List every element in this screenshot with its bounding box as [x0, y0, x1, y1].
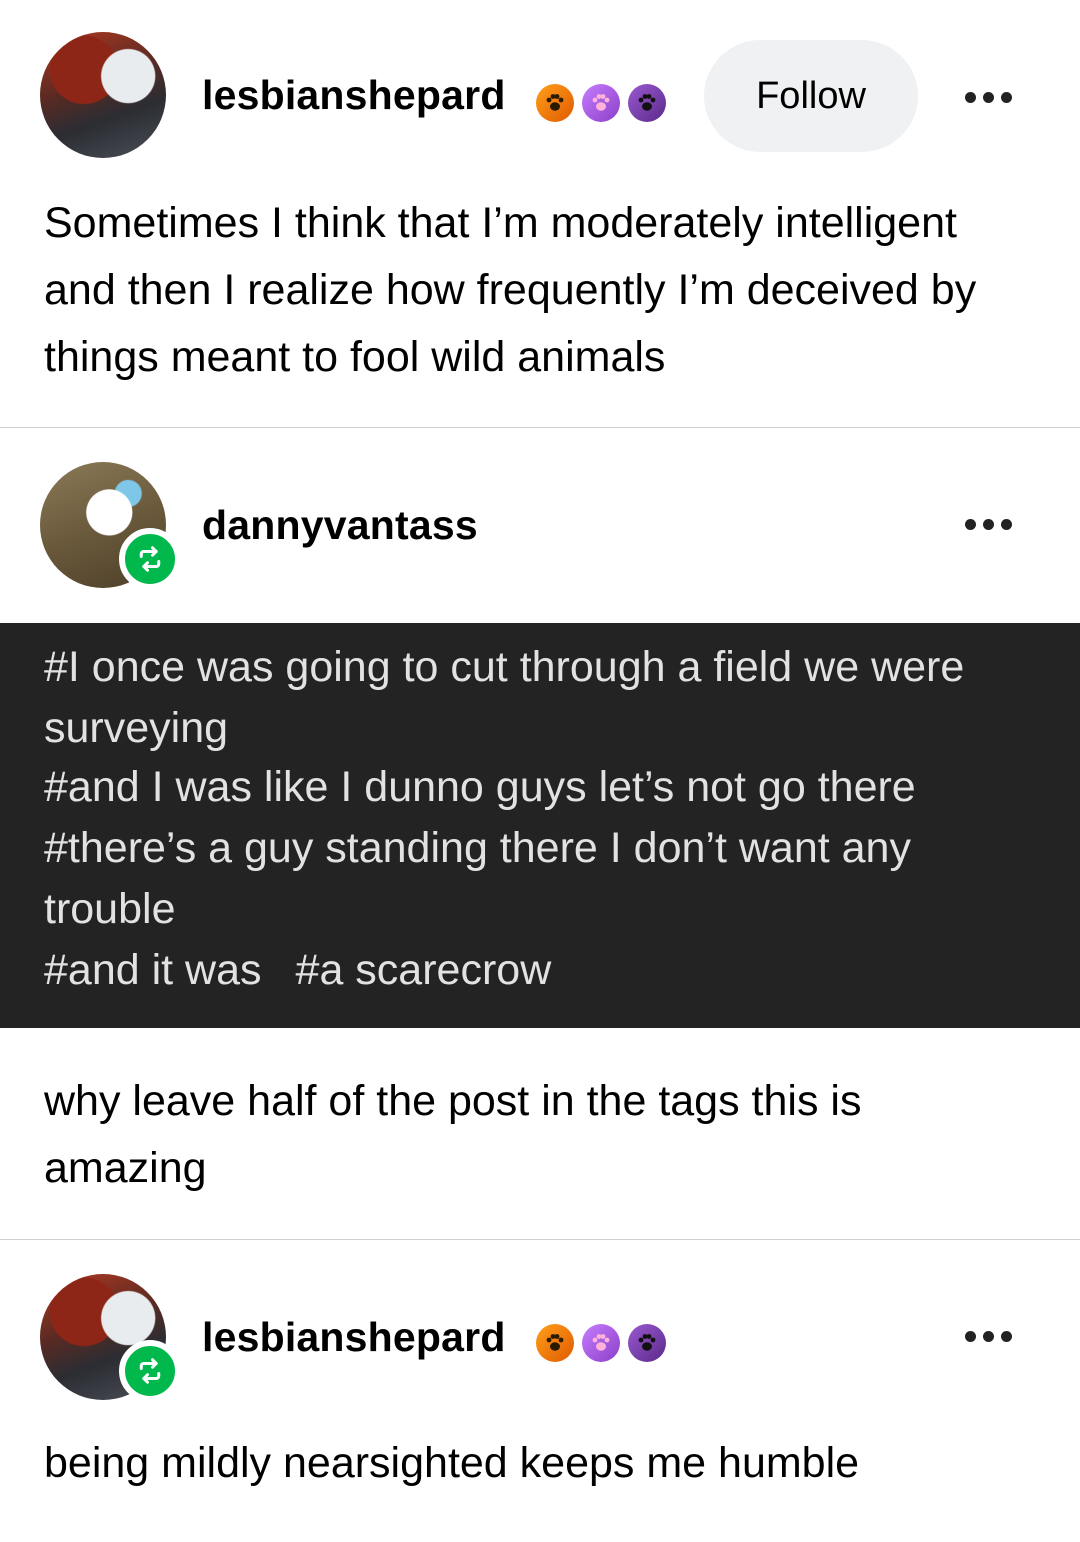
paw-badge-icon[interactable] — [628, 84, 666, 122]
tag-row: #and it was #a scarecrow — [44, 940, 1036, 1001]
paw-badge-icon[interactable] — [628, 1324, 666, 1362]
username[interactable]: lesbianshepard — [202, 72, 506, 119]
post-text: why leave half of the post in the tags t… — [44, 1077, 862, 1192]
paw-badge-icon[interactable] — [582, 84, 620, 122]
tag[interactable]: #and I was like I dunno guys let’s not g… — [44, 757, 1036, 818]
tag[interactable]: #and it was — [44, 940, 262, 1001]
paw-badge-icon[interactable] — [582, 1324, 620, 1362]
tag[interactable]: #there’s a guy standing there I don’t wa… — [44, 818, 1036, 940]
more-options-icon[interactable] — [958, 509, 1018, 539]
username[interactable]: dannyvantass — [202, 502, 478, 549]
reblog-icon — [119, 1340, 181, 1402]
badge-group — [536, 1324, 666, 1362]
post-text: Sometimes I think that I’m moderately in… — [44, 199, 977, 381]
avatar[interactable] — [40, 32, 166, 158]
divider — [0, 1239, 1080, 1240]
reblog-icon — [119, 528, 181, 590]
paw-badge-icon[interactable] — [536, 84, 574, 122]
tag[interactable]: #I once was going to cut through a field… — [44, 637, 1036, 759]
tags-block: #I once was going to cut through a field… — [0, 623, 1080, 1028]
paw-badge-icon[interactable] — [536, 1324, 574, 1362]
more-options-icon[interactable] — [958, 1321, 1018, 1351]
follow-button[interactable]: Follow — [704, 40, 918, 152]
post-text: being mildly nearsighted keeps me humble — [44, 1439, 860, 1487]
tag[interactable]: #a scarecrow — [296, 940, 552, 1001]
badge-group — [536, 84, 666, 122]
more-options-icon[interactable] — [958, 82, 1018, 112]
divider — [0, 427, 1080, 428]
post-header-1: lesbianshepard — [0, 32, 1080, 162]
username[interactable]: lesbianshepard — [202, 1314, 506, 1361]
